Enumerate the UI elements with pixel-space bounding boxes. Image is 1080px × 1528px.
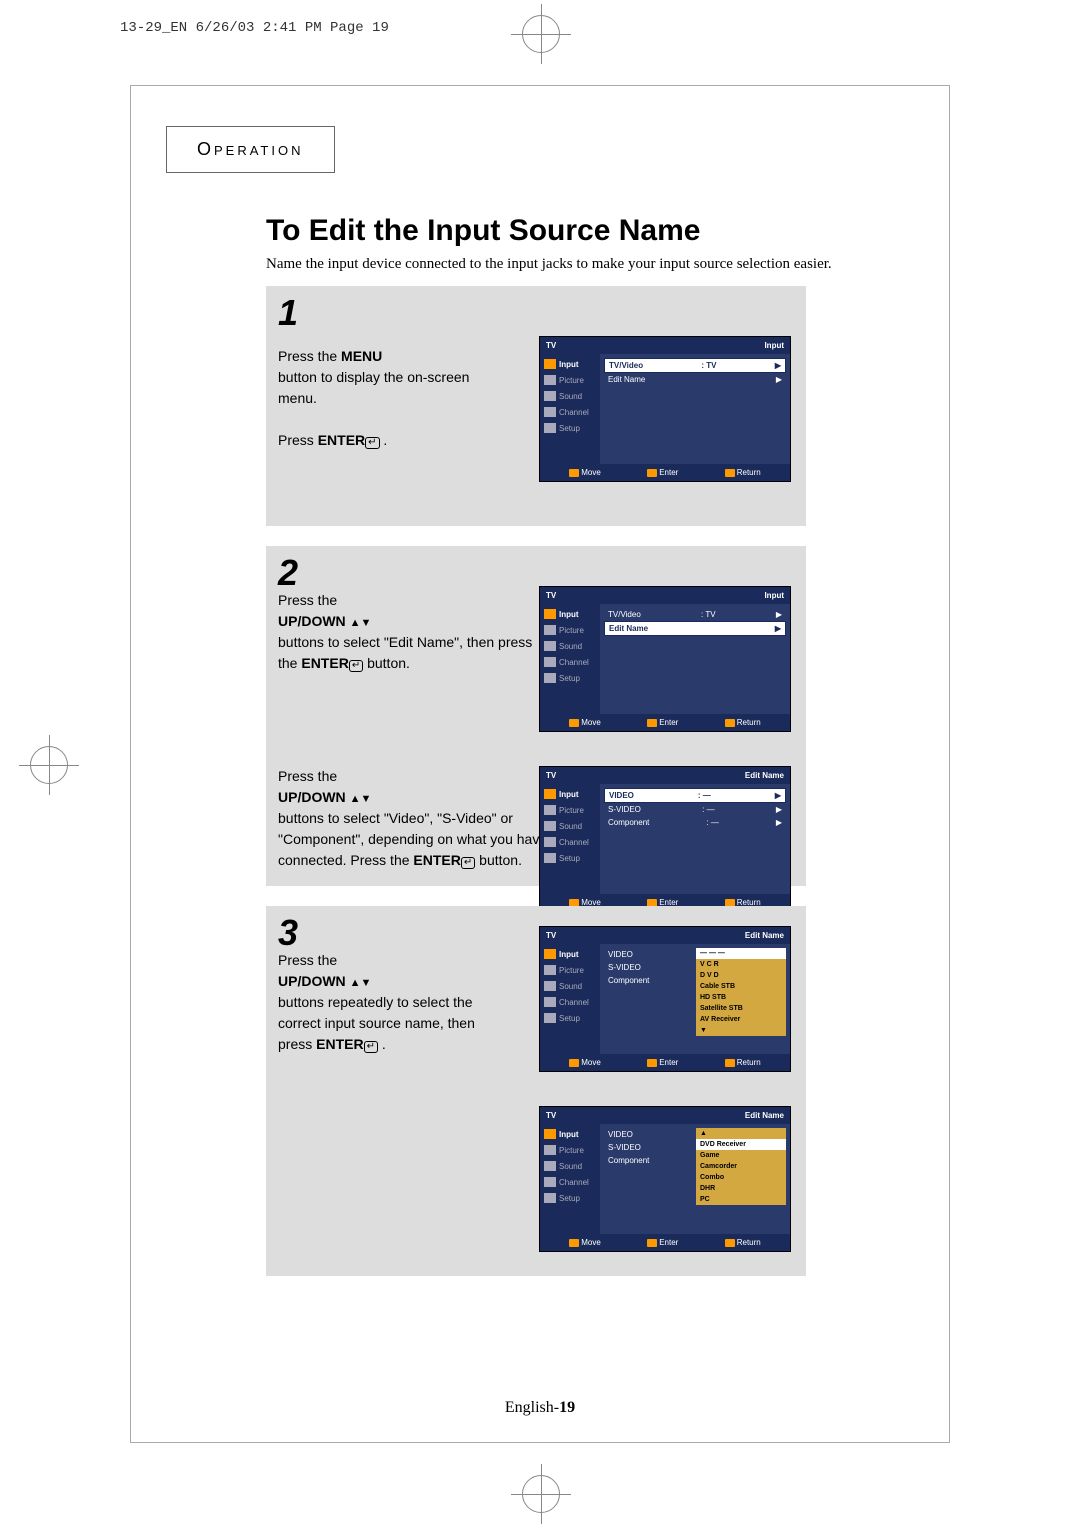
enter-icon: ↵ bbox=[364, 1041, 378, 1053]
move-icon bbox=[569, 1059, 579, 1067]
channel-icon bbox=[544, 657, 556, 667]
page-title: To Edit the Input Source Name bbox=[266, 214, 700, 248]
osd-row: Edit Name▶ bbox=[604, 373, 786, 386]
osd-section: Input bbox=[764, 341, 784, 350]
step-1-text: Press the MENU button to display the on-… bbox=[278, 346, 488, 451]
move-icon bbox=[569, 719, 579, 727]
setup-icon bbox=[544, 673, 556, 683]
picture-icon bbox=[544, 805, 556, 815]
setup-icon bbox=[544, 853, 556, 863]
picture-icon bbox=[544, 625, 556, 635]
step-2a-text: Press the UP/DOWN ▲▼ buttons to select "… bbox=[278, 590, 548, 674]
osd-row: TV/Video: TV▶ bbox=[604, 608, 786, 621]
osd-screenshot-2b: TVEdit Name Input Picture Sound Channel … bbox=[539, 766, 791, 912]
registration-mark-top bbox=[522, 15, 560, 53]
osd-content: TV/Video: TV▶ Edit Name▶ bbox=[600, 354, 790, 464]
return-icon bbox=[725, 1059, 735, 1067]
intro-text: Name the input device connected to the i… bbox=[266, 256, 894, 273]
enter-icon bbox=[647, 1239, 657, 1247]
up-down-icon: ▲▼ bbox=[350, 793, 372, 805]
return-icon bbox=[725, 469, 735, 477]
sound-icon bbox=[544, 391, 556, 401]
picture-icon bbox=[544, 965, 556, 975]
enter-icon: ↵ bbox=[349, 660, 363, 672]
channel-icon bbox=[544, 837, 556, 847]
step-2-number: 2 bbox=[278, 552, 298, 594]
move-icon bbox=[569, 1239, 579, 1247]
tv-icon bbox=[544, 359, 556, 369]
osd-sidebar-setup: Setup bbox=[540, 420, 600, 436]
registration-mark-left bbox=[30, 746, 68, 784]
osd-sidebar-channel: Channel bbox=[540, 404, 600, 420]
channel-icon bbox=[544, 997, 556, 1007]
print-header: 13-29_EN 6/26/03 2:41 PM Page 19 bbox=[120, 20, 389, 36]
section-tab: Operation bbox=[166, 126, 335, 173]
step-2b-text: Press the UP/DOWN ▲▼ buttons to select "… bbox=[278, 766, 548, 871]
step-2-panel: 2 Press the UP/DOWN ▲▼ buttons to select… bbox=[266, 546, 806, 886]
tv-icon bbox=[544, 1129, 556, 1139]
return-icon bbox=[725, 719, 735, 727]
osd-footer: Move Enter Return bbox=[540, 464, 790, 481]
enter-icon: ↵ bbox=[461, 857, 475, 869]
step-1-number: 1 bbox=[278, 292, 298, 334]
up-down-icon: ▲▼ bbox=[350, 617, 372, 629]
setup-icon bbox=[544, 1193, 556, 1203]
tv-icon bbox=[544, 609, 556, 619]
osd-screenshot-3b: TVEdit Name Input Picture Sound Channel … bbox=[539, 1106, 791, 1252]
osd-screenshot-3a: TVEdit Name Input Picture Sound Channel … bbox=[539, 926, 791, 1072]
channel-icon bbox=[544, 1177, 556, 1187]
osd-row: VIDEO: —▶ bbox=[604, 788, 786, 803]
picture-icon bbox=[544, 375, 556, 385]
up-down-icon: ▲▼ bbox=[350, 977, 372, 989]
tv-icon bbox=[544, 789, 556, 799]
osd-dropdown: — — — V C R D V D Cable STB HD STB Satel… bbox=[696, 948, 786, 1036]
osd-dropdown: ▲ DVD Receiver Game Camcorder Combo DHR … bbox=[696, 1128, 786, 1205]
osd-sidebar-picture: Picture bbox=[540, 372, 600, 388]
setup-icon bbox=[544, 1013, 556, 1023]
page-frame: Operation To Edit the Input Source Name … bbox=[130, 85, 950, 1443]
tv-icon bbox=[544, 949, 556, 959]
registration-mark-bottom bbox=[522, 1475, 560, 1513]
enter-icon bbox=[647, 719, 657, 727]
channel-icon bbox=[544, 407, 556, 417]
move-icon bbox=[569, 469, 579, 477]
enter-icon: ↵ bbox=[365, 437, 379, 449]
arrow-right-icon: ▶ bbox=[776, 375, 782, 384]
osd-row: Component: —▶ bbox=[604, 816, 786, 829]
sound-icon bbox=[544, 641, 556, 651]
osd-sidebar-sound: Sound bbox=[540, 388, 600, 404]
osd-row: Edit Name▶ bbox=[604, 621, 786, 636]
step-3-number: 3 bbox=[278, 912, 298, 954]
osd-screenshot-1: TV Input Input Picture Sound Channel Set… bbox=[539, 336, 791, 482]
sound-icon bbox=[544, 821, 556, 831]
enter-icon bbox=[647, 1059, 657, 1067]
setup-icon bbox=[544, 423, 556, 433]
step-3-panel: 3 Press the UP/DOWN ▲▼ buttons repeatedl… bbox=[266, 906, 806, 1276]
sound-icon bbox=[544, 1161, 556, 1171]
osd-screenshot-2a: TVInput Input Picture Sound Channel Setu… bbox=[539, 586, 791, 732]
arrow-right-icon: ▶ bbox=[775, 361, 781, 370]
enter-icon bbox=[647, 469, 657, 477]
osd-title: TV bbox=[546, 341, 556, 350]
step-1-panel: 1 Press the MENU button to display the o… bbox=[266, 286, 806, 526]
osd-sidebar-input: Input bbox=[540, 356, 600, 372]
osd-row: S-VIDEO: —▶ bbox=[604, 803, 786, 816]
sound-icon bbox=[544, 981, 556, 991]
return-icon bbox=[725, 1239, 735, 1247]
step-3-text: Press the UP/DOWN ▲▼ buttons repeatedly … bbox=[278, 950, 498, 1055]
osd-row: TV/Video: TV▶ bbox=[604, 358, 786, 373]
page-footer: English-19 bbox=[131, 1399, 949, 1417]
picture-icon bbox=[544, 1145, 556, 1155]
osd-sidebar: Input Picture Sound Channel Setup bbox=[540, 354, 600, 464]
